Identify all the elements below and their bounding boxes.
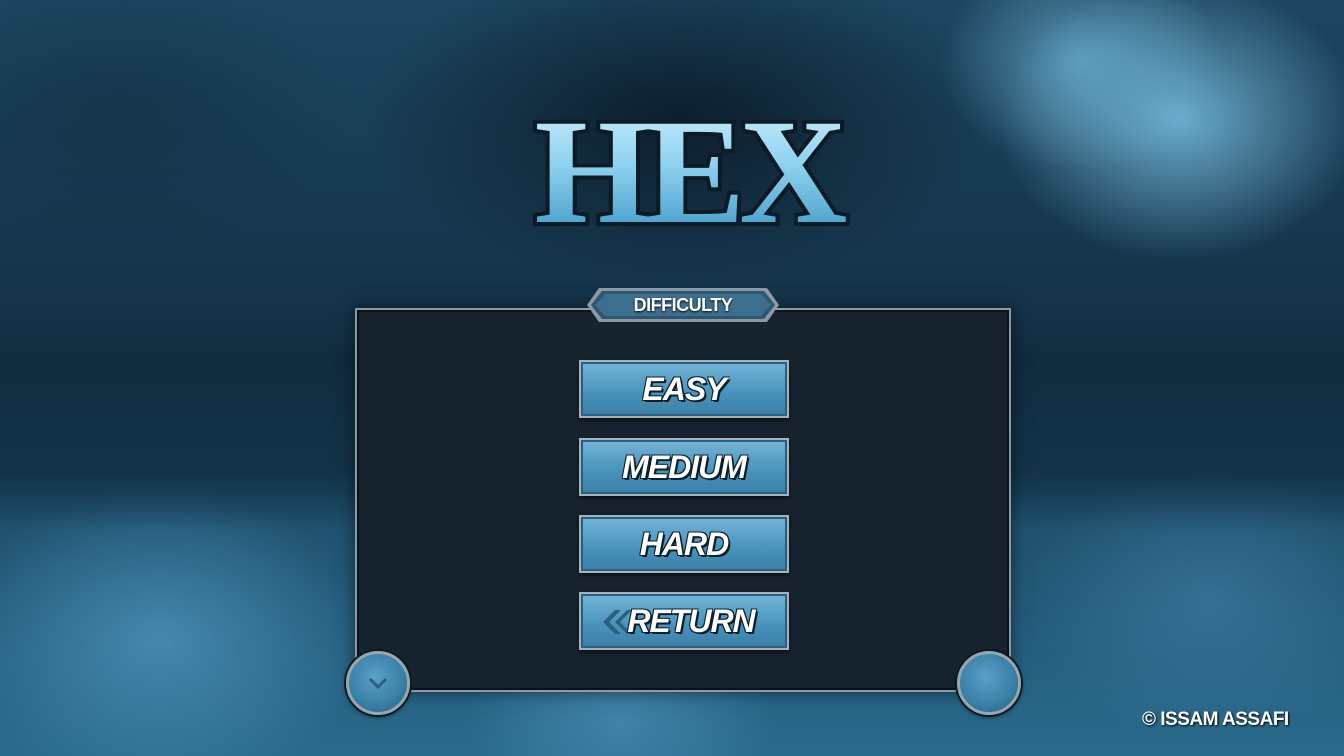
copyright-text: © ISSAM ASSAFI [1142, 709, 1289, 730]
corner-knob-left [346, 651, 410, 715]
difficulty-panel: DIFFICULTY EASY MEDIUM HARD RETURN [346, 288, 1021, 715]
return-button-label: RETURN [627, 603, 755, 639]
easy-button[interactable]: EASY [579, 360, 789, 418]
panel-title: DIFFICULTY [633, 295, 733, 315]
chevron-down-icon [368, 677, 388, 690]
logo-text: HEX [534, 89, 846, 255]
medium-button-label: MEDIUM [622, 449, 747, 485]
easy-button-label: EASY [642, 371, 726, 407]
hard-button[interactable]: HARD [579, 515, 789, 573]
game-logo: HEX [488, 72, 888, 262]
return-button[interactable]: RETURN [579, 592, 789, 650]
corner-knob-right [957, 651, 1021, 715]
game-logo-graphic: HEX [530, 85, 856, 259]
panel-title-plate: DIFFICULTY [585, 286, 781, 324]
medium-button[interactable]: MEDIUM [579, 438, 789, 496]
hard-button-label: HARD [639, 526, 729, 562]
